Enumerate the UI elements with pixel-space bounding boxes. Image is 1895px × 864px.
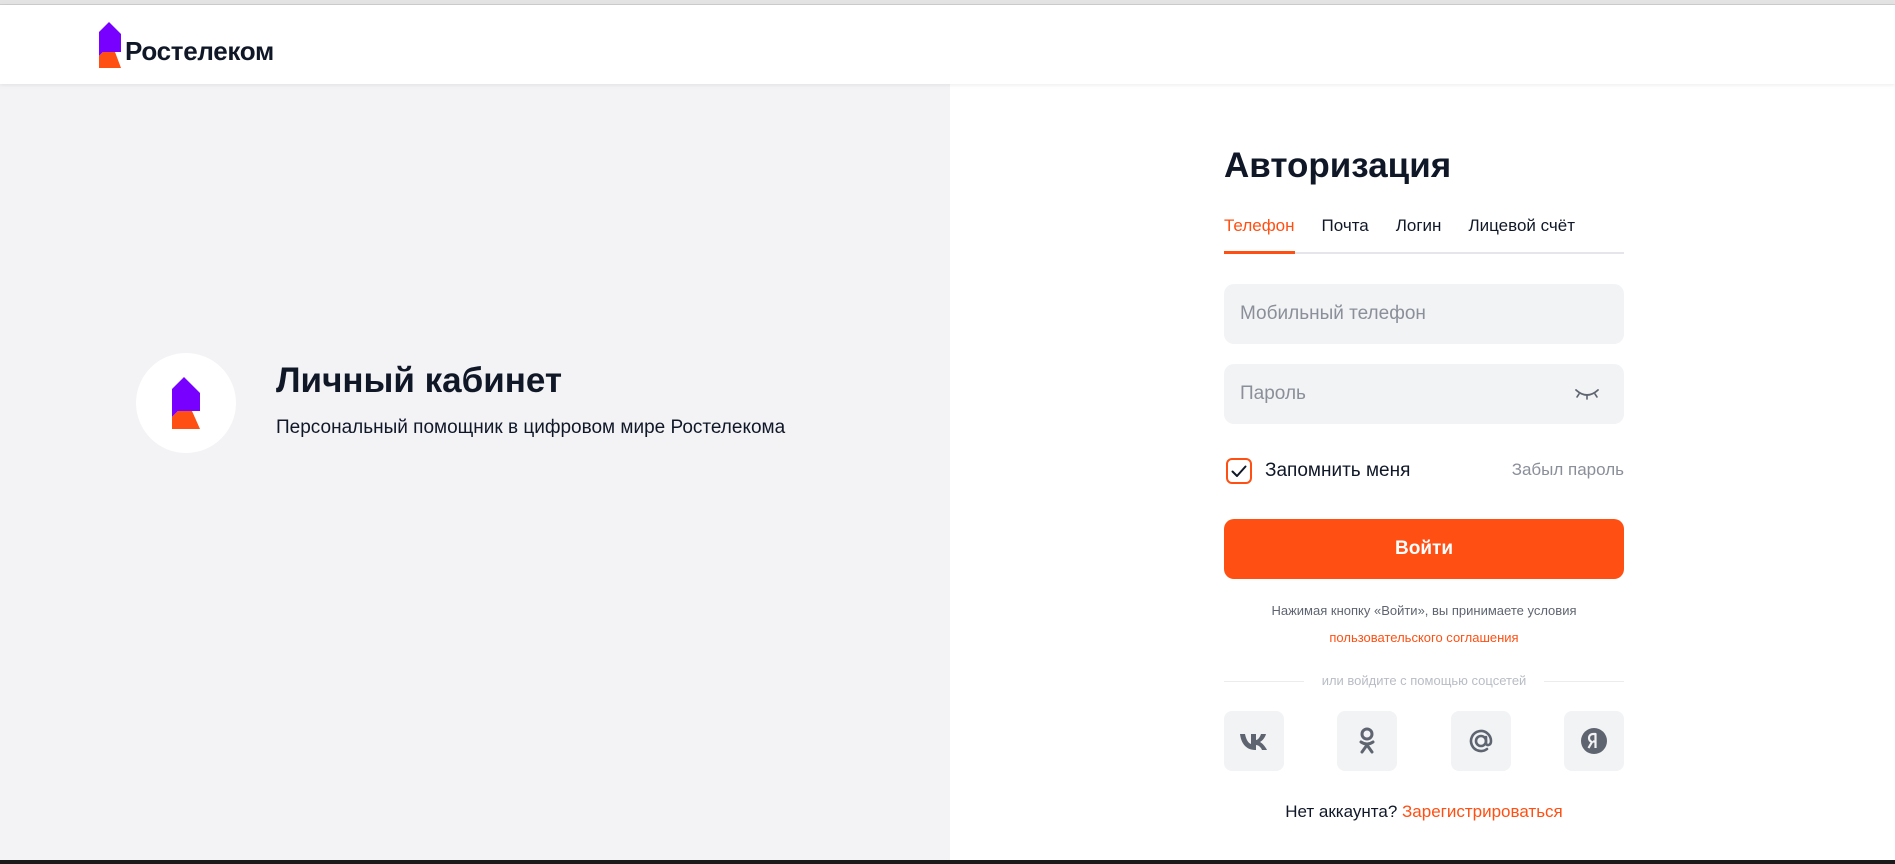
remember-me-checkbox[interactable]: Запомнить меня — [1226, 458, 1410, 484]
mail-icon — [1469, 729, 1492, 753]
register-link[interactable]: Зарегистрироваться — [1402, 802, 1563, 821]
user-agreement-link[interactable]: пользовательского соглашения — [1224, 630, 1624, 645]
yandex-icon — [1580, 728, 1607, 754]
show-password-icon[interactable] — [1574, 383, 1600, 403]
phone-input[interactable] — [1224, 284, 1624, 344]
divider-line — [1544, 681, 1624, 682]
tab-account[interactable]: Лицевой счёт — [1468, 214, 1575, 254]
rostelecom-logo[interactable]: Ростелеком — [99, 22, 274, 68]
rostelecom-logo-icon — [99, 22, 121, 68]
bottom-edge — [0, 860, 1895, 864]
ok-login-button[interactable] — [1337, 711, 1398, 771]
check-icon — [1231, 465, 1247, 477]
auth-tabs: Телефон Почта Логин Лицевой счёт — [1224, 214, 1624, 254]
tab-email[interactable]: Почта — [1322, 214, 1369, 254]
social-login-buttons — [1224, 711, 1624, 771]
remember-me-label: Запомнить меня — [1265, 460, 1411, 481]
mail-login-button[interactable] — [1450, 711, 1511, 771]
forgot-password-link[interactable]: Забыл пароль — [1510, 460, 1624, 480]
promo-title: Личный кабинет — [276, 361, 563, 400]
ok-icon — [1359, 727, 1375, 754]
promo-logo-circle — [136, 353, 236, 453]
auth-title: Авторизация — [1224, 146, 1452, 185]
no-account-text: Нет аккаунта? — [1285, 802, 1398, 821]
yandex-login-button[interactable] — [1563, 711, 1624, 771]
vk-login-button[interactable] — [1224, 711, 1284, 771]
vk-icon — [1240, 734, 1267, 750]
logo-text: Ростелеком — [125, 36, 274, 66]
rostelecom-mark-icon — [172, 377, 200, 429]
login-button[interactable]: Войти — [1224, 519, 1624, 579]
register-prompt: Нет аккаунта? Зарегистрироваться — [1224, 802, 1624, 822]
tab-phone[interactable]: Телефон — [1224, 214, 1295, 254]
promo-panel — [0, 84, 950, 860]
terms-text: Нажимая кнопку «Войти», вы принимаете ус… — [1271, 603, 1577, 618]
site-header: Ростелеком — [0, 5, 1895, 84]
checkbox-box[interactable] — [1226, 458, 1252, 484]
password-input[interactable] — [1224, 364, 1624, 424]
promo-subtitle: Персональный помощник в цифровом мире Ро… — [276, 417, 786, 438]
social-divider: или войдите с помощью соцсетей — [1224, 673, 1624, 689]
tab-login[interactable]: Логин — [1396, 214, 1442, 254]
